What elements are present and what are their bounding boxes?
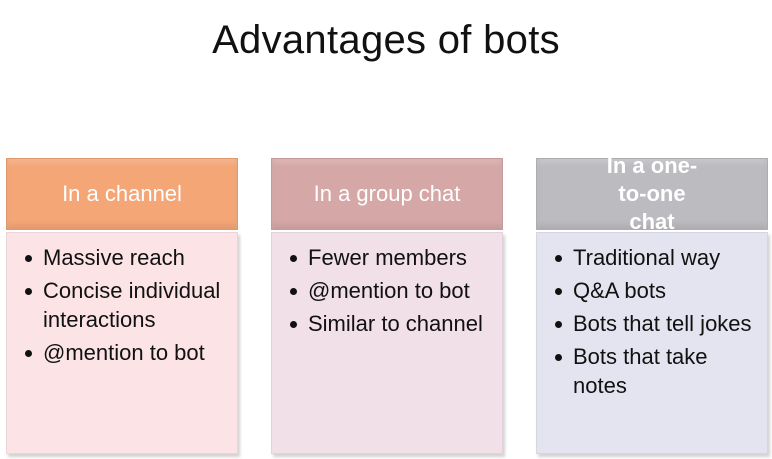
list-item: Bots that tell jokes [549, 309, 759, 338]
bullet-list: Traditional way Q&A bots Bots that tell … [549, 243, 759, 400]
list-item: Massive reach [19, 243, 229, 272]
column-in-a-one-to-one-chat: In a one-to-one chat Traditional way Q&A… [536, 153, 768, 454]
list-item: @mention to bot [284, 276, 494, 305]
column-body: Massive reach Concise individual interac… [6, 232, 238, 454]
column-in-a-channel: In a channel Massive reach Concise indiv… [6, 158, 238, 454]
list-item: Concise individual interactions [19, 276, 229, 334]
column-header: In a group chat [271, 158, 503, 230]
list-item: Fewer members [284, 243, 494, 272]
slide-title: Advantages of bots [212, 18, 560, 62]
column-header: In a one-to-one chat [536, 153, 768, 234]
column-in-a-group-chat: In a group chat Fewer members @mention t… [271, 158, 503, 454]
column-body: Fewer members @mention to bot Similar to… [271, 232, 503, 454]
list-item: Bots that take notes [549, 342, 759, 400]
list-item: @mention to bot [19, 338, 229, 367]
list-item: Traditional way [549, 243, 759, 272]
list-item: Q&A bots [549, 276, 759, 305]
column-header: In a channel [6, 158, 238, 230]
bullet-list: Massive reach Concise individual interac… [19, 243, 229, 367]
column-body: Traditional way Q&A bots Bots that tell … [536, 232, 768, 454]
list-item: Similar to channel [284, 309, 494, 338]
bullet-list: Fewer members @mention to bot Similar to… [284, 243, 494, 338]
